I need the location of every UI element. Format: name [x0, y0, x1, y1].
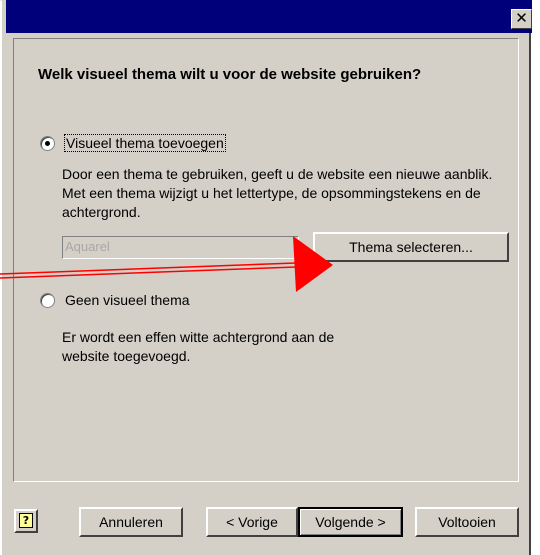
radio-no-theme-label: Geen visueel thema	[65, 292, 190, 308]
close-button[interactable]: ✕	[511, 9, 532, 29]
theme-name-field: Aquarel	[62, 236, 299, 259]
radio-button-unchecked[interactable]	[40, 292, 55, 308]
content-panel: Welk visueel thema wilt u voor de websit…	[13, 38, 519, 482]
cancel-button[interactable]: Annuleren	[79, 507, 183, 537]
page-heading: Welk visueel thema wilt u voor de websit…	[38, 66, 422, 83]
next-button[interactable]: Volgende >	[298, 507, 403, 537]
radio-no-theme[interactable]: Geen visueel thema	[40, 292, 190, 308]
radio-button-checked[interactable]	[40, 135, 55, 151]
title-bar: ✕	[6, 0, 532, 33]
help-button[interactable]: ?	[14, 509, 38, 533]
radio-add-theme[interactable]: Visueel thema toevoegen	[40, 134, 226, 152]
add-theme-description: Door een thema te gebruiken, geeft u de …	[62, 166, 493, 220]
select-theme-button[interactable]: Thema selecteren...	[313, 232, 509, 262]
radio-add-theme-label: Visueel thema toevoegen	[64, 134, 226, 152]
no-theme-description: Er wordt een effen witte achtergrond aan…	[62, 329, 335, 364]
back-button[interactable]: < Vorige	[206, 507, 298, 537]
finish-button[interactable]: Voltooien	[415, 507, 519, 537]
help-icon: ?	[19, 513, 33, 528]
wizard-dialog: ✕ Welk visueel thema wilt u voor de webs…	[0, 0, 540, 555]
